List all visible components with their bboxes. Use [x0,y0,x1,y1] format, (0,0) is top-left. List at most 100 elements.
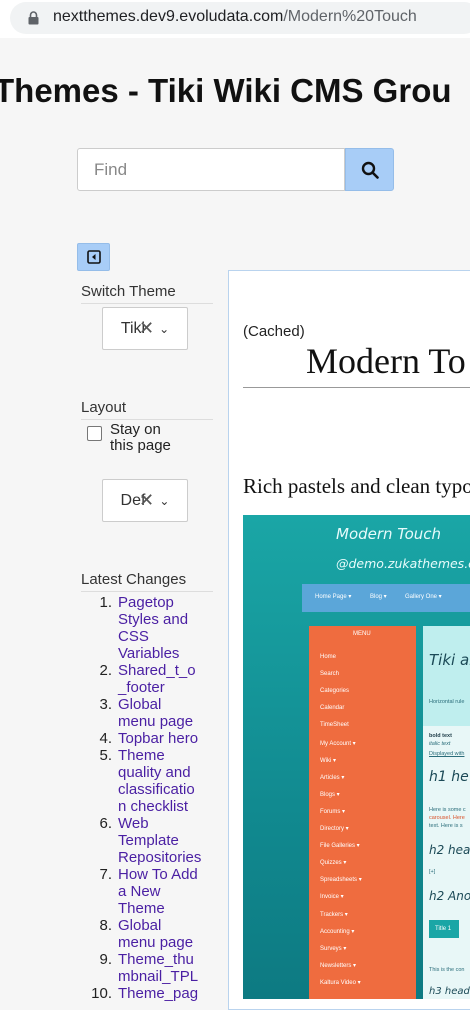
cached-label: (Cached) [243,323,305,340]
stay-label-line2: this page [110,437,171,454]
item-number: 4. [99,730,112,747]
search-button[interactable] [345,148,394,191]
preview-menu-item: Wiki ▾ [320,757,337,764]
link-line: mbnail_TPL [118,968,199,985]
preview-menu-item: Spreadsheets ▾ [320,877,362,884]
latest-change-link[interactable]: Global menu page [118,917,193,951]
preview-menu-item: Categories [320,688,350,695]
latest-change-item: 6. Web Template Repositories [81,815,211,866]
link-line: quality and [118,764,191,781]
site-title: Themes - Tiki Wiki CMS Grou [0,72,452,109]
preview-menu-item: Quizzes ▾ [320,860,347,867]
latest-change-link[interactable]: Pagetop Styles and CSS Variables [118,594,188,662]
item-number: 10. [91,985,112,1002]
preview-text: Horizontal rule [429,699,465,705]
item-number: 6. [99,815,112,832]
stay-on-page-checkbox[interactable] [87,426,102,441]
latest-changes-title: Latest Changes [81,571,213,592]
latest-change-item: 7. How To Add a New Theme [81,866,211,917]
search-input[interactable]: Find [77,148,345,191]
link-line: classificatio [118,781,195,798]
link-line: Theme [118,747,165,764]
preview-tab: Title 1 [429,920,459,938]
preview-menu-item: Accounting ▾ [320,928,355,935]
preview-text: italic text [429,741,451,747]
preview-h3: h3 head [429,986,470,997]
preview-menu-item: File Galleries ▾ [320,843,360,850]
preview-h1: h1 he [429,769,469,785]
latest-change-item: 4. Topbar hero [81,730,211,747]
divider [243,387,470,388]
preview-text: [+] [429,869,436,875]
preview-nav-item: Blog ▾ [370,594,387,600]
item-number: 1. [99,594,112,611]
preview-main: Tiki ar Horizontal rule bold text italic… [423,626,470,999]
preview-nav-item: Home Page ▾ [315,594,352,600]
link-line: menu page [118,934,194,951]
link-line: Theme_thu [118,951,194,968]
latest-change-item: 8. Global menu page [81,917,211,951]
sidebar-toggle-button[interactable] [77,243,110,271]
preview-site-title: Modern Touch [336,525,442,543]
preview-menu-item: Invoice ▾ [320,894,344,901]
switch-theme-title: Switch Theme [81,283,213,304]
clear-x-icon[interactable]: ✕ [139,318,154,339]
item-number: 8. [99,917,112,934]
preview-banner [423,626,470,726]
preview-text: text. Here is s [429,823,463,829]
layout-select[interactable]: Def ✕ ⌄ [102,479,188,522]
preview-menu-item: Directory ▾ [320,826,349,832]
link-line: Shared_t_o [118,662,196,679]
preview-menu-item: Trackers ▾ [320,911,348,918]
preview-menu-item: My Account ▾ [320,740,356,747]
item-number: 3. [99,696,112,713]
latest-change-link[interactable]: Topbar hero [118,730,198,747]
latest-change-link[interactable]: Theme_thu mbnail_TPL [118,951,198,985]
latest-change-link[interactable]: How To Add a New Theme [118,866,198,917]
item-number: 9. [99,951,112,968]
chevron-down-icon: ⌄ [159,321,170,336]
preview-text: Displayed with [429,751,465,757]
latest-change-link[interactable]: Theme_pag [118,985,198,1002]
preview-menu-item: Kaltura Video ▾ [320,979,361,986]
link-line: Repositories [118,849,202,866]
link-line: n checklist [118,798,189,815]
latest-change-link[interactable]: Theme quality and classificatio n checklist [118,747,195,815]
link-line: Global [118,696,162,713]
clear-x-icon[interactable]: ✕ [139,490,154,511]
latest-change-item: 9. Theme_thu mbnail_TPL [81,951,211,985]
preview-text: carousel. Here [429,815,465,821]
url-path: /Modern%20Touch [283,8,417,25]
stay-label-line1: Stay on [110,421,161,438]
link-line: Styles and [118,611,189,628]
preview-heading: Tiki ar [429,651,470,669]
url-text[interactable]: nextthemes.dev9.evoludata.com/Modern%20T… [53,8,417,26]
latest-change-link[interactable]: Shared_t_o _footer [118,662,196,696]
theme-select[interactable]: Tiki ✕ ⌄ [102,307,188,350]
preview-text: Here is some c [429,807,466,813]
url-host: nextthemes.dev9.evoludata.com [53,8,284,25]
preview-menu-item: Articles ▾ [320,774,345,781]
page-title: Modern To [306,341,466,381]
item-number: 7. [99,866,112,883]
stay-on-page-label: Stay on this page [110,422,171,454]
preview-nav-item: Gallery One ▾ [405,594,442,600]
preview-h2: h2 hea [429,843,470,857]
preview-menu-item: Blogs ▾ [320,791,340,798]
layout-title: Layout [81,399,213,420]
latest-change-link[interactable]: Web Template Repositories [118,815,201,866]
theme-description: Rich pastels and clean typo [243,474,470,498]
preview-menu-item: Surveys ▾ [320,945,347,952]
preview-menu-header: MENU [353,631,371,637]
latest-change-link[interactable]: Global menu page [118,696,193,730]
link-line: menu page [118,713,194,730]
latest-change-item: 3. Global menu page [81,696,211,730]
link-line: Pagetop [118,594,174,611]
search-form: Find [77,148,394,191]
preview-menu-item: Newsletters ▾ [320,962,357,969]
latest-change-item: 2. Shared_t_o _footer [81,662,211,696]
link-line: Variables [118,645,180,662]
link-line: Topbar hero [118,730,199,747]
link-line: Theme_pag [118,985,199,1002]
item-number: 2. [99,662,112,679]
